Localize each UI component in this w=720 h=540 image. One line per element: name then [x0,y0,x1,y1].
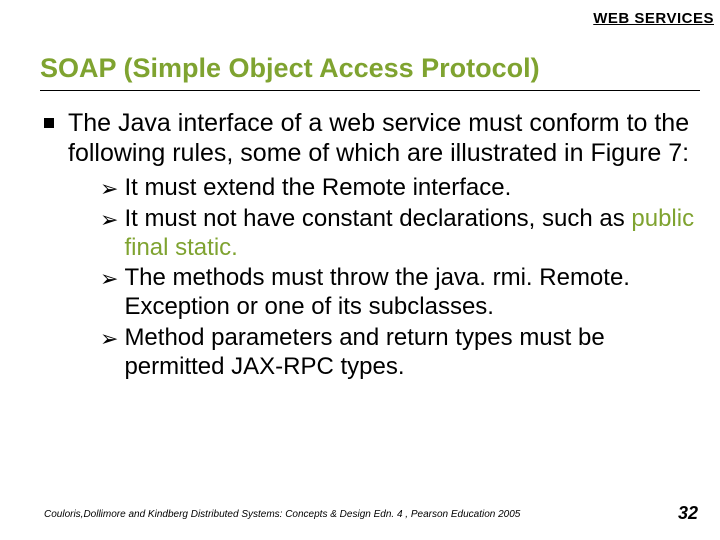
arrow-icon: ➢ [100,176,118,202]
slide-body: The Java interface of a web service must… [44,108,700,384]
sub-bullet-text: It must not have constant declarations, … [124,205,700,263]
section-header: WEB SERVICES [593,10,714,27]
sub-bullet-item: ➢ It must extend the Remote interface. [100,174,700,203]
sub-bullet-text-pre: It must not have constant declarations, … [124,205,631,232]
sub-bullet-list: ➢ It must extend the Remote interface. ➢… [100,174,700,382]
sub-bullet-item: ➢ The methods must throw the java. rmi. … [100,264,700,322]
arrow-icon: ➢ [100,326,118,352]
sub-bullet-item: ➢ Method parameters and return types mus… [100,324,700,382]
sub-bullet-text: It must extend the Remote interface. [124,174,511,203]
slide: WEB SERVICES SOAP (Simple Object Access … [0,0,720,540]
arrow-icon: ➢ [100,207,118,233]
bullet-text: The Java interface of a web service must… [68,108,700,168]
square-bullet-icon [44,118,54,128]
footer-citation: Couloris,Dollimore and Kindberg Distribu… [44,509,520,520]
arrow-icon: ➢ [100,266,118,292]
slide-title: SOAP (Simple Object Access Protocol) [40,54,700,91]
sub-bullet-text: The methods must throw the java. rmi. Re… [124,264,700,322]
sub-bullet-item: ➢ It must not have constant declarations… [100,205,700,263]
sub-bullet-text: Method parameters and return types must … [124,324,700,382]
bullet-item: The Java interface of a web service must… [44,108,700,168]
page-number: 32 [678,503,698,524]
